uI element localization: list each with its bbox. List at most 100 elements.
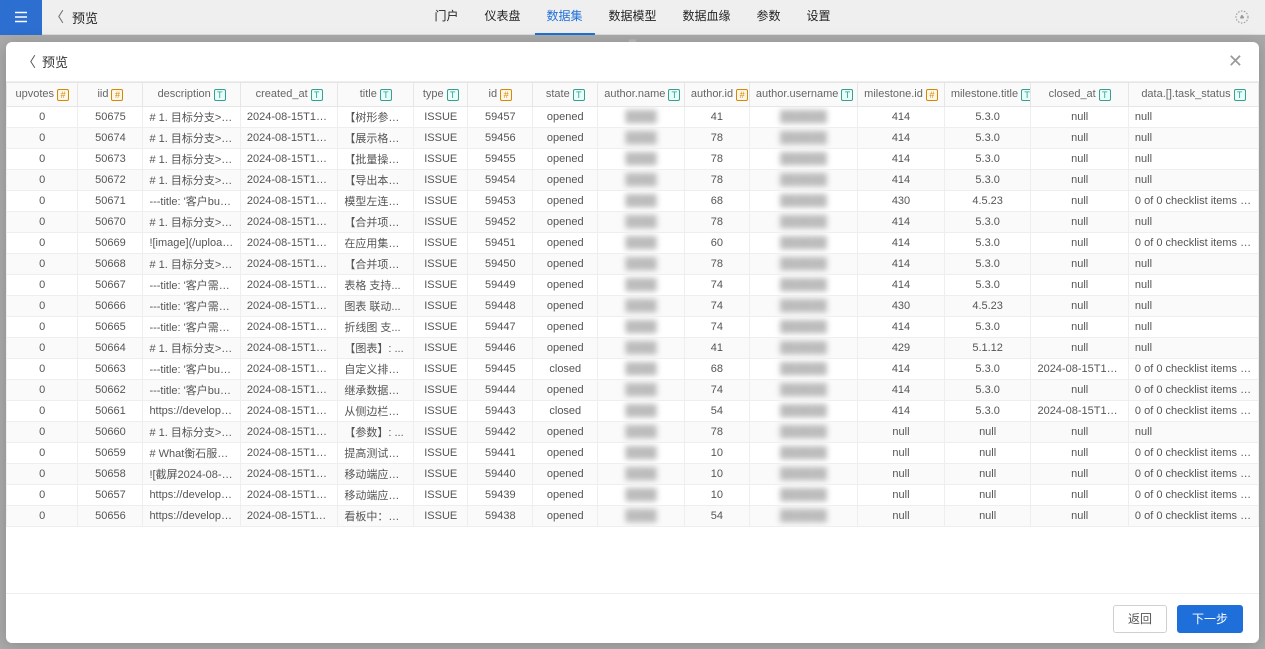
col-author_username[interactable]: author.usernameT [749, 83, 857, 107]
cell-iid: 50671 [78, 191, 143, 212]
cell-author_id: 74 [684, 317, 749, 338]
cell-created_at: 2024-08-15T18:45... [240, 107, 337, 128]
next-button[interactable]: 下一步 [1177, 605, 1243, 633]
cell-milestone_title: 4.5.23 [944, 191, 1031, 212]
cell-state: opened [533, 422, 598, 443]
col-author_name[interactable]: author.nameT [598, 83, 685, 107]
table-row[interactable]: 050674# 1. 目标分支> 修...2024-08-15T18:36...… [7, 128, 1259, 149]
cell-type: ISSUE [414, 275, 468, 296]
col-id[interactable]: id# [468, 83, 533, 107]
col-task_status[interactable]: data.[].task_statusT [1128, 83, 1258, 107]
close-icon[interactable]: ✕ [1228, 51, 1243, 72]
back-button[interactable]: 返回 [1113, 605, 1167, 633]
col-author_id[interactable]: author.id# [684, 83, 749, 107]
cell-author_id: 54 [684, 506, 749, 527]
tab-5[interactable]: 参数 [745, 0, 793, 35]
modal-back-icon[interactable]: 〈 [22, 52, 42, 72]
cell-state: opened [533, 296, 598, 317]
table-row[interactable]: 050665---title: '客户需求'la...2024-08-15T15… [7, 317, 1259, 338]
cell-title: 【合并项目... [338, 254, 414, 275]
cell-created_at: 2024-08-15T14:46... [240, 380, 337, 401]
cell-iid: 50657 [78, 485, 143, 506]
col-type[interactable]: typeT [414, 83, 468, 107]
modal-body[interactable]: upvotes#iid#descriptionTcreated_atTtitle… [6, 82, 1259, 593]
col-title[interactable]: titleT [338, 83, 414, 107]
table-row[interactable]: 050663---title: '客户bug'---...2024-08-15T… [7, 359, 1259, 380]
target-icon[interactable] [1233, 8, 1251, 26]
cell-description: https://develop.he... [143, 485, 240, 506]
col-milestone_title[interactable]: milestone.titleT [944, 83, 1031, 107]
col-created_at[interactable]: created_atT [240, 83, 337, 107]
text-type-icon: T [311, 89, 323, 101]
col-milestone_id[interactable]: milestone.id# [858, 83, 945, 107]
cell-author_id: 60 [684, 233, 749, 254]
col-upvotes[interactable]: upvotes# [7, 83, 78, 107]
cell-created_at: 2024-08-15T16:09... [240, 296, 337, 317]
cell-milestone_title: 5.1.12 [944, 338, 1031, 359]
tab-0[interactable]: 门户 [422, 0, 470, 35]
cell-closed_at: null [1031, 506, 1128, 527]
cell-milestone_id: 414 [858, 233, 945, 254]
cell-task_status: 0 of 0 checklist items com... [1128, 506, 1258, 527]
col-label: upvotes [15, 89, 54, 101]
table-row[interactable]: 050660# 1. 目标分支> 修...2024-08-15T14:09...… [7, 422, 1259, 443]
cell-author_id: 10 [684, 485, 749, 506]
table-row[interactable]: 050656https://develop.he...2024-08-15T11… [7, 506, 1259, 527]
text-type-icon: T [573, 89, 585, 101]
table-row[interactable]: 050659# What衡石服务作...2024-08-15T13:37...提… [7, 443, 1259, 464]
tab-2[interactable]: 数据集 [534, 0, 594, 35]
table-row[interactable]: 050671---title: '客户bug'---...2024-08-15T… [7, 191, 1259, 212]
cell-type: ISSUE [414, 212, 468, 233]
cell-state: opened [533, 212, 598, 233]
tab-4[interactable]: 数据血缘 [671, 0, 743, 35]
cell-author_name: ████ [598, 443, 685, 464]
table-row[interactable]: 050675# 1. 目标分支> 修...2024-08-15T18:45...… [7, 107, 1259, 128]
table-row[interactable]: 050664# 1. 目标分支> 修...2024-08-15T15:38...… [7, 338, 1259, 359]
cell-state: opened [533, 338, 598, 359]
cell-task_status: null [1128, 254, 1258, 275]
table-row[interactable]: 050672# 1. 目标分支> 修...2024-08-15T18:11...… [7, 170, 1259, 191]
table-row[interactable]: 050669![image](/uploads/...2024-08-15T16… [7, 233, 1259, 254]
table-row[interactable]: 050666---title: '客户需求'la...2024-08-15T16… [7, 296, 1259, 317]
col-state[interactable]: stateT [533, 83, 598, 107]
table-row[interactable]: 050657https://develop.he...2024-08-15T12… [7, 485, 1259, 506]
cell-milestone_id: 414 [858, 254, 945, 275]
menu-icon[interactable] [0, 0, 42, 35]
tab-3[interactable]: 数据模型 [596, 0, 668, 35]
cell-author_id: 10 [684, 464, 749, 485]
table-row[interactable]: 050667---title: '客户需求'la...2024-08-15T16… [7, 275, 1259, 296]
cell-id: 59451 [468, 233, 533, 254]
cell-author_name: ████ [598, 275, 685, 296]
back-icon[interactable]: 〈 [42, 7, 72, 27]
tab-1[interactable]: 仪表盘 [472, 0, 532, 35]
cell-upvotes: 0 [7, 296, 78, 317]
table-row[interactable]: 050673# 1. 目标分支> 修...2024-08-15T18:26...… [7, 149, 1259, 170]
cell-created_at: 2024-08-15T16:26... [240, 275, 337, 296]
cell-description: https://develop.he... [143, 506, 240, 527]
cell-description: # 1. 目标分支> 修... [143, 128, 240, 149]
cell-task_status: null [1128, 338, 1258, 359]
table-row[interactable]: 050668# 1. 目标分支> 修...2024-08-15T16:42...… [7, 254, 1259, 275]
col-description[interactable]: descriptionT [143, 83, 240, 107]
cell-state: opened [533, 128, 598, 149]
cell-id: 59444 [468, 380, 533, 401]
col-closed_at[interactable]: closed_atT [1031, 83, 1128, 107]
number-type-icon: # [500, 89, 512, 101]
table-row[interactable]: 050670# 1. 目标分支> 修...2024-08-15T16:55...… [7, 212, 1259, 233]
cell-author_id: 54 [684, 401, 749, 422]
cell-title: 【展示格式... [338, 128, 414, 149]
table-row[interactable]: 050661https://develop.he...2024-08-15T14… [7, 401, 1259, 422]
table-row[interactable]: 050658![截屏2024-08-15_1...2024-08-15T12:2… [7, 464, 1259, 485]
cell-type: ISSUE [414, 380, 468, 401]
table-row[interactable]: 050662---title: '客户bug'---...2024-08-15T… [7, 380, 1259, 401]
cell-milestone_title: 5.3.0 [944, 149, 1031, 170]
cell-description: ---title: '客户需求'la... [143, 275, 240, 296]
cell-author_name: ████ [598, 422, 685, 443]
col-iid[interactable]: iid# [78, 83, 143, 107]
preview-modal: 〈 预览 ✕ upvotes#iid#descriptionTcreated_a… [6, 42, 1259, 643]
cell-author_username: ██████ [749, 296, 857, 317]
cell-author_id: 78 [684, 128, 749, 149]
cell-author_name: ████ [598, 359, 685, 380]
text-type-icon: T [841, 89, 853, 101]
tab-6[interactable]: 设置 [795, 0, 843, 35]
